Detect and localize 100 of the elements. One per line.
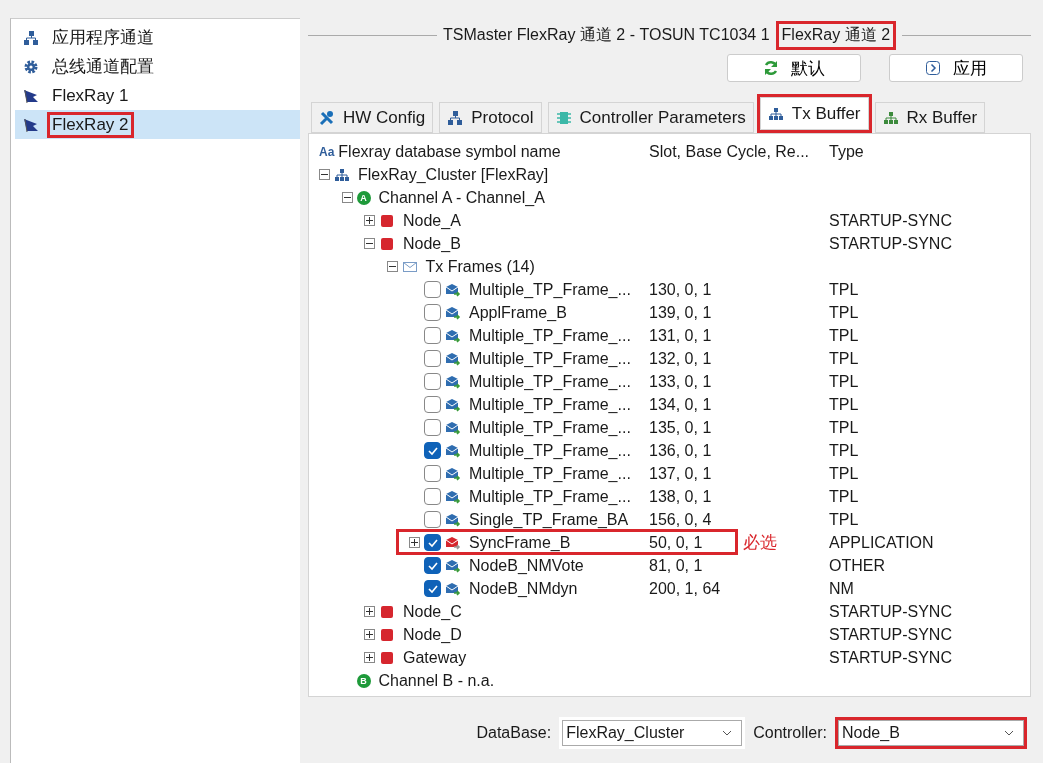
tree-label: Multiple_TP_Frame_...: [469, 464, 631, 483]
tree-row[interactable]: NodeB_NMVote 81, 0, 1 OTHER: [309, 554, 1030, 577]
envelope-arrow-icon: [445, 488, 461, 505]
type-value: STARTUP-SYNC: [829, 625, 952, 643]
checkbox[interactable]: [424, 373, 441, 390]
type-value: STARTUP-SYNC: [829, 648, 952, 666]
envelope-arrow-icon: [445, 304, 461, 321]
slot-value: 156, 0, 4: [649, 510, 712, 528]
type-value: TPL: [829, 464, 859, 482]
tab[interactable]: Protocol: [436, 99, 545, 133]
node-icon: [379, 603, 395, 620]
envelope-arrow-icon: [445, 419, 461, 436]
tree-row[interactable]: Single_TP_Frame_BA 156, 0, 4 TPL: [309, 508, 1030, 531]
sidebar-item[interactable]: FlexRay 2: [15, 110, 300, 139]
slot-value: 136, 0, 1: [649, 441, 712, 459]
checkbox[interactable]: [424, 465, 441, 482]
refresh-icon: [763, 60, 779, 76]
controller-label: Controller:: [753, 724, 827, 742]
tab[interactable]: Tx Buffer: [756, 94, 872, 133]
controller-dropdown[interactable]: Node_B: [835, 717, 1027, 749]
checkbox[interactable]: [424, 350, 441, 367]
type-value: NM: [829, 579, 854, 597]
sidebar-item[interactable]: FlexRay 1: [15, 81, 300, 110]
checkbox[interactable]: [424, 488, 441, 505]
flag-icon: [23, 87, 39, 104]
tree-row[interactable]: Multiple_TP_Frame_... 134, 0, 1 TPL: [309, 393, 1030, 416]
tree-row[interactable]: Multiple_TP_Frame_... 130, 0, 1 TPL: [309, 278, 1030, 301]
type-value: TPL: [829, 418, 859, 436]
collapse-icon[interactable]: [319, 169, 330, 180]
item-label: 应用程序通道: [51, 27, 155, 49]
tree-row[interactable]: Node_A STARTUP-SYNC: [309, 209, 1030, 232]
collapse-icon[interactable]: [386, 261, 398, 272]
expand-icon[interactable]: [364, 629, 375, 640]
checkbox[interactable]: [424, 327, 441, 344]
type-value: STARTUP-SYNC: [829, 602, 952, 620]
expand-icon[interactable]: [364, 606, 375, 617]
tree-row[interactable]: Node_D STARTUP-SYNC: [309, 623, 1030, 646]
tree-label: Single_TP_Frame_BA: [469, 510, 629, 529]
channel-badge: B: [356, 673, 371, 688]
tree-row[interactable]: SyncFrame_B 50, 0, 1 必选 APPLICATION: [309, 531, 1030, 554]
tree-label: Multiple_TP_Frame_...: [469, 418, 631, 437]
item-label: 总线通道配置: [51, 56, 155, 78]
chevron-down-icon: [722, 730, 733, 736]
slot-value: 135, 0, 1: [649, 418, 712, 436]
checkbox[interactable]: [424, 281, 441, 298]
default-button[interactable]: 默认: [727, 54, 861, 82]
expand-icon[interactable]: [364, 652, 375, 663]
tree-label: Node_A: [403, 211, 461, 230]
tree-row[interactable]: Multiple_TP_Frame_... 136, 0, 1 TPL: [309, 439, 1030, 462]
tree-row[interactable]: Node_B STARTUP-SYNC: [309, 232, 1030, 255]
hierarchy-icon: [447, 109, 464, 126]
tree-row[interactable]: Multiple_TP_Frame_... 137, 0, 1 TPL: [309, 462, 1030, 485]
tree-row[interactable]: B Channel B - n.a.: [309, 669, 1030, 692]
tree-row[interactable]: Multiple_TP_Frame_... 131, 0, 1 TPL: [309, 324, 1030, 347]
tree-row[interactable]: ApplFrame_B 139, 0, 1 TPL: [309, 301, 1030, 324]
envelope-arrow-icon: [445, 557, 461, 574]
expand-icon[interactable]: [409, 537, 420, 548]
slot-value: 134, 0, 1: [649, 395, 712, 413]
slot-value: 130, 0, 1: [649, 280, 712, 298]
tree-row[interactable]: Multiple_TP_Frame_... 135, 0, 1 TPL: [309, 416, 1030, 439]
apply-button[interactable]: 应用: [889, 54, 1023, 82]
checkbox[interactable]: [424, 511, 441, 528]
collapse-icon[interactable]: [341, 192, 353, 203]
sidebar-item[interactable]: 应用程序通道: [15, 23, 300, 52]
tree-row[interactable]: Multiple_TP_Frame_... 132, 0, 1 TPL: [309, 347, 1030, 370]
type-value: TPL: [829, 395, 859, 413]
expand-icon[interactable]: [364, 215, 375, 226]
type-value: TPL: [829, 441, 859, 459]
node-icon: [379, 212, 395, 229]
tree-row[interactable]: Node_C STARTUP-SYNC: [309, 600, 1030, 623]
checkbox[interactable]: [424, 419, 441, 436]
window-title-highlight: FlexRay 通道 2: [775, 20, 897, 50]
node-icon: [379, 626, 395, 643]
checkbox[interactable]: [424, 304, 441, 321]
tree-row[interactable]: Multiple_TP_Frame_... 133, 0, 1 TPL: [309, 370, 1030, 393]
checkbox[interactable]: [424, 442, 441, 459]
tree-row[interactable]: Multiple_TP_Frame_... 138, 0, 1 TPL: [309, 485, 1030, 508]
tree-label: NodeB_NMVote: [469, 556, 584, 575]
envelope-arrow-icon: [445, 580, 461, 597]
tree-row[interactable]: FlexRay_Cluster [FlexRay]: [309, 163, 1030, 186]
tree-label: Tx Frames (14): [425, 257, 535, 276]
tree-row[interactable]: A Channel A - Channel_A: [309, 186, 1030, 209]
flag-icon: [23, 116, 39, 133]
checkbox[interactable]: [424, 396, 441, 413]
tree-label: Channel B - n.a.: [378, 671, 495, 690]
sidebar-item[interactable]: 总线通道配置: [15, 52, 300, 81]
checkbox[interactable]: [424, 557, 441, 574]
collapse-icon[interactable]: [364, 238, 375, 249]
chip-icon: [555, 109, 572, 126]
database-dropdown[interactable]: FlexRay_Cluster: [559, 717, 746, 749]
annotation-note: 必选: [743, 532, 777, 554]
checkbox[interactable]: [424, 580, 441, 597]
checkbox[interactable]: [424, 534, 441, 551]
envelope-arrow-icon: [445, 465, 461, 482]
slot-value: 133, 0, 1: [649, 372, 712, 390]
tree-row[interactable]: NodeB_NMdyn 200, 1, 64 NM: [309, 577, 1030, 600]
type-value: OTHER: [829, 556, 885, 574]
envelope-arrow-icon: [445, 373, 461, 390]
tree-row[interactable]: Tx Frames (14): [309, 255, 1030, 278]
tree-row[interactable]: Gateway STARTUP-SYNC: [309, 646, 1030, 669]
